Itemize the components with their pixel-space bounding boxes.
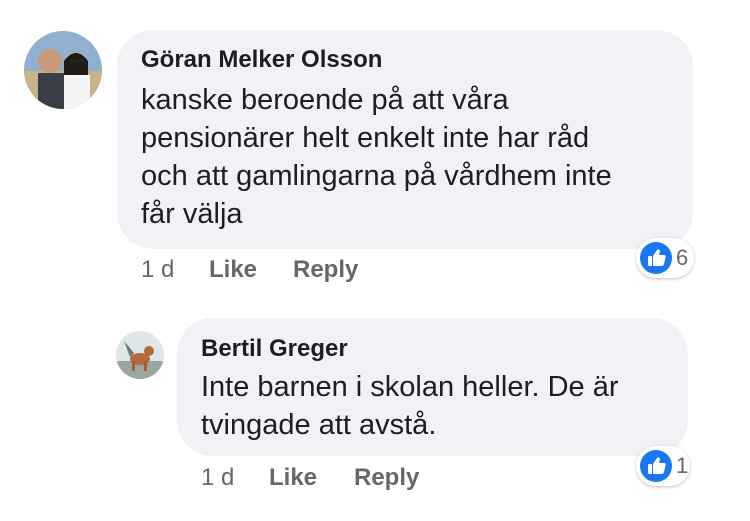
reaction-badge[interactable]: 1: [636, 446, 690, 486]
reply-button[interactable]: Reply: [354, 463, 419, 493]
thumbs-up-icon: [640, 450, 672, 482]
reaction-count: 1: [676, 453, 689, 478]
profile-photo: [116, 331, 164, 379]
like-button[interactable]: Like: [269, 463, 317, 493]
comment-actions: 1 d Like Reply: [201, 463, 501, 493]
avatar[interactable]: [24, 31, 102, 109]
comment-timestamp[interactable]: 1 d: [201, 463, 234, 493]
reaction-badge[interactable]: 6: [636, 238, 694, 278]
comment-author[interactable]: Bertil Greger: [201, 334, 664, 364]
comment-timestamp[interactable]: 1 d: [141, 255, 174, 285]
thumbs-up-icon: [640, 242, 672, 274]
like-button[interactable]: Like: [209, 255, 257, 285]
avatar[interactable]: [116, 331, 164, 379]
reaction-count: 6: [676, 245, 689, 270]
comment-bubble: Bertil Greger Inte barnen i skolan helle…: [177, 318, 688, 456]
comment-author[interactable]: Göran Melker Olsson: [141, 45, 669, 75]
comment-bubble: Göran Melker Olsson kanske beroende på a…: [117, 30, 693, 249]
comment-text: kanske beroende på att våra pensionärer …: [141, 84, 612, 230]
reply-button[interactable]: Reply: [293, 255, 358, 285]
profile-photo: [24, 31, 102, 109]
comment-actions: 1 d Like Reply: [141, 255, 441, 285]
comment-text: Inte barnen i skolan heller. De är tving…: [201, 371, 619, 441]
